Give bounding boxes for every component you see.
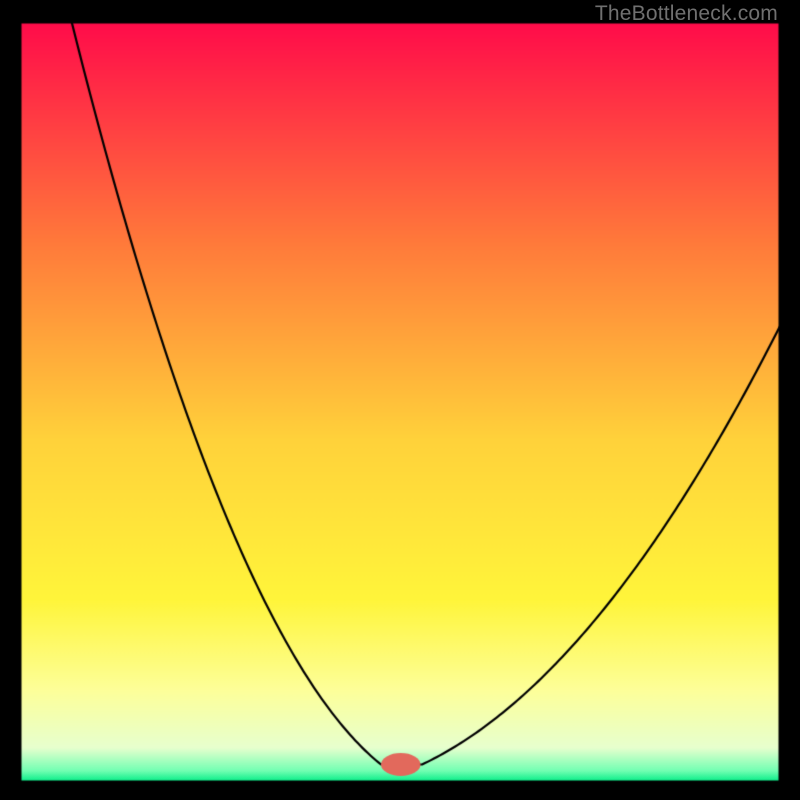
bottleneck-chart <box>0 0 800 800</box>
chart-container: TheBottleneck.com <box>0 0 800 800</box>
watermark: TheBottleneck.com <box>595 2 778 26</box>
